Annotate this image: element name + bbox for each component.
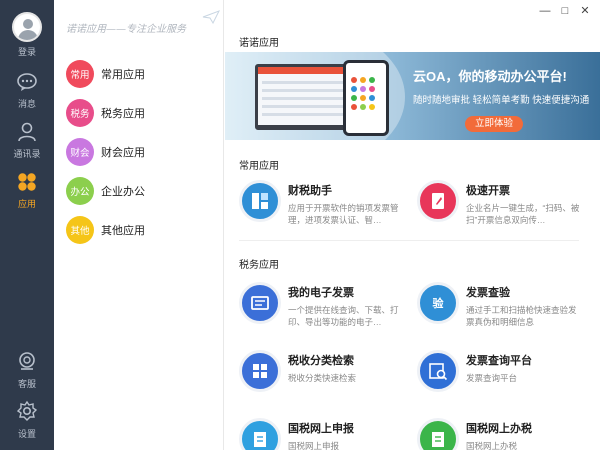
rocket-invoice-icon bbox=[417, 180, 459, 222]
verify-badge: 验 bbox=[432, 298, 444, 310]
category-label: 企业办公 bbox=[101, 186, 145, 198]
rail-label-settings: 设置 bbox=[17, 429, 36, 439]
app-title: 发票查询平台 bbox=[466, 355, 532, 367]
category-label: 财会应用 bbox=[101, 147, 145, 159]
close-button[interactable]: ✕ bbox=[578, 4, 592, 18]
app-desc: 国税网上办税 bbox=[466, 441, 518, 450]
rail-label-support: 客服 bbox=[17, 379, 36, 389]
category-label: 税务应用 bbox=[101, 108, 145, 120]
app-title: 税收分类检索 bbox=[288, 355, 354, 367]
login-label: 登录 bbox=[17, 47, 36, 57]
app-title: 我的电子发票 bbox=[288, 287, 354, 299]
app-title: 国税网上办税 bbox=[466, 423, 532, 435]
app-title: 国税网上申报 bbox=[288, 423, 354, 435]
category-tax[interactable]: 税务 税务应用 bbox=[66, 99, 145, 127]
banner-title: 云OA，你的移动办公平台! bbox=[413, 69, 567, 84]
online-declare-icon bbox=[239, 418, 281, 450]
minimize-button[interactable]: — bbox=[538, 4, 552, 18]
apps-petals-icon bbox=[18, 173, 36, 191]
category-badge: 其他 bbox=[66, 216, 94, 244]
rail-item-settings[interactable]: 设置 bbox=[0, 400, 54, 440]
rail-label-apps: 应用 bbox=[17, 199, 36, 209]
category-badge: 税务 bbox=[66, 99, 94, 127]
rail-item-apps[interactable]: 应用 bbox=[0, 172, 54, 210]
category-badge: 财会 bbox=[66, 138, 94, 166]
category-label: 常用应用 bbox=[101, 69, 145, 81]
section-title-tax: 税务应用 bbox=[239, 260, 279, 271]
page-title: 诺诺应用 bbox=[239, 38, 279, 49]
main-content: — □ ✕ 诺诺应用 云OA，你的移动办公平台! 随时随地审批 轻松简单考勤 快… bbox=[225, 0, 600, 450]
app-desc: 税收分类快速检索 bbox=[288, 373, 357, 383]
rail-label-contacts: 通讯录 bbox=[13, 149, 41, 159]
app-card-invoice-verify[interactable]: 验 发票查验 通过手工和扫描枪快速查验发票真伪和明细信息 bbox=[417, 282, 581, 328]
rail-item-contacts[interactable]: 通讯录 bbox=[0, 122, 54, 160]
tax-category-icon bbox=[239, 350, 281, 392]
category-badge: 办公 bbox=[66, 177, 94, 205]
maximize-button[interactable]: □ bbox=[558, 4, 572, 18]
category-accounting[interactable]: 财会 财会应用 bbox=[66, 138, 145, 166]
app-card-invoice-query[interactable]: 发票查询平台 发票查询平台 bbox=[417, 350, 581, 392]
phone-illustration bbox=[343, 60, 389, 136]
promo-banner[interactable]: 云OA，你的移动办公平台! 随时随地审批 轻松简单考勤 快速便捷沟通 立即体验 bbox=[225, 52, 600, 140]
online-tax-icon bbox=[417, 418, 459, 450]
rail-label-messages: 消息 bbox=[17, 99, 36, 109]
gear-icon bbox=[16, 400, 38, 421]
app-card-fast-invoice[interactable]: 极速开票 企业名片一键生成，“扫码、被扫”开票信息双向传… bbox=[417, 180, 581, 226]
invoice-verify-icon: 验 bbox=[417, 282, 459, 324]
app-desc: 发票查询平台 bbox=[466, 373, 518, 383]
app-card-finance-helper[interactable]: 财税助手 应用于开票软件的销项发票管理，进项发票认证、智… bbox=[239, 180, 403, 226]
invoice-query-icon bbox=[417, 350, 459, 392]
section-title-common: 常用应用 bbox=[239, 161, 279, 172]
app-title: 财税助手 bbox=[288, 185, 332, 197]
e-invoice-icon bbox=[239, 282, 281, 324]
app-desc: 一个提供在线查询、下载、打印、导出等功能的电子… bbox=[288, 305, 399, 327]
nav-rail: 登录 消息 通讯录 应用 客服 设置 bbox=[0, 0, 54, 450]
app-desc: 应用于开票软件的销项发票管理，进项发票认证、智… bbox=[288, 203, 399, 225]
person-icon bbox=[18, 122, 36, 142]
app-desc: 国税网上申报 bbox=[288, 441, 340, 450]
category-label: 其他应用 bbox=[101, 225, 145, 237]
login-button[interactable]: 登录 bbox=[0, 12, 54, 58]
category-common[interactable]: 常用 常用应用 bbox=[66, 60, 145, 88]
slogan: 诺诺应用——专注企业服务 bbox=[66, 24, 186, 35]
app-desc: 企业名片一键生成，“扫码、被扫”开票信息双向传… bbox=[466, 203, 580, 225]
app-desc: 通过手工和扫描枪快速查验发票真伪和明细信息 bbox=[466, 305, 577, 327]
headset-icon bbox=[19, 352, 35, 370]
chat-bubble-icon bbox=[17, 73, 37, 91]
finance-helper-icon bbox=[239, 180, 281, 222]
category-badge: 常用 bbox=[66, 60, 94, 88]
category-panel: 诺诺应用——专注企业服务 常用 常用应用 税务 税务应用 财会 财会应用 办公 … bbox=[54, 0, 224, 450]
rail-item-support[interactable]: 客服 bbox=[0, 350, 54, 390]
section-divider bbox=[239, 240, 579, 241]
app-card-online-tax[interactable]: 国税网上办税 国税网上办税 bbox=[417, 418, 581, 450]
rail-item-messages[interactable]: 消息 bbox=[0, 72, 54, 110]
paper-plane-icon bbox=[202, 10, 220, 24]
category-other[interactable]: 其他 其他应用 bbox=[66, 216, 145, 244]
category-office[interactable]: 办公 企业办公 bbox=[66, 177, 145, 205]
app-title: 发票查验 bbox=[466, 287, 510, 299]
laptop-illustration bbox=[255, 64, 355, 130]
app-card-tax-category[interactable]: 税收分类检索 税收分类快速检索 bbox=[239, 350, 403, 392]
app-card-online-declare[interactable]: 国税网上申报 国税网上申报 bbox=[239, 418, 403, 450]
avatar bbox=[12, 12, 42, 42]
app-title: 极速开票 bbox=[466, 185, 510, 197]
banner-subtitle: 随时随地审批 轻松简单考勤 快速便捷沟通 bbox=[413, 95, 590, 106]
app-card-my-e-invoice[interactable]: 我的电子发票 一个提供在线查询、下载、打印、导出等功能的电子… bbox=[239, 282, 403, 328]
try-now-button[interactable]: 立即体验 bbox=[465, 116, 523, 132]
